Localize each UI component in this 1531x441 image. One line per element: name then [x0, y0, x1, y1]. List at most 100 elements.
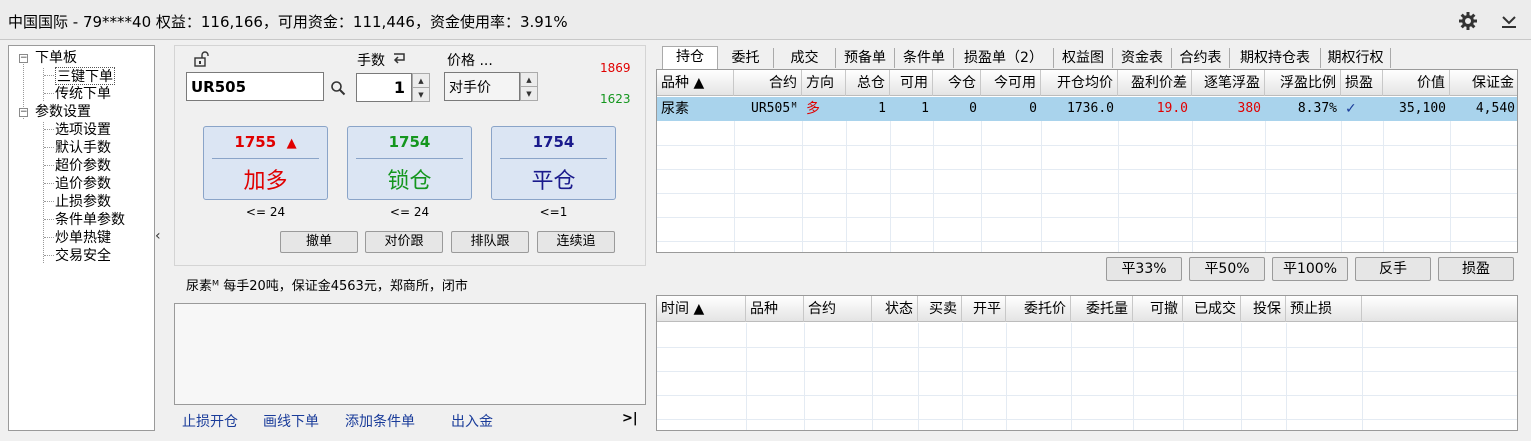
deposit-withdraw-link[interactable]: 出入金 — [451, 411, 493, 431]
tree-item-scalp-hotkeys[interactable]: 炒单热键 — [55, 229, 111, 247]
order-panel: UR505 手数 1 ▲ ▼ 价格 ... 对手价 ▲ ▼ 1869 1623 17… — [174, 45, 646, 266]
col-header-filled[interactable]: 已成交 — [1183, 296, 1241, 322]
add-long-label: 加多 — [243, 169, 288, 194]
close-position-price: 1754 — [532, 133, 575, 151]
cell-contract: UR505ᴹ — [751, 101, 798, 116]
col-header-time[interactable]: 时间 ▲ — [657, 296, 746, 322]
add-conditional-order-link[interactable]: 添加条件单 — [345, 411, 415, 431]
tab-option-exercise[interactable]: 期权行权 — [1321, 48, 1391, 68]
col-header-available[interactable]: 可用 — [890, 70, 933, 96]
col-header-float-ratio[interactable]: 浮盈比例 — [1265, 70, 1341, 96]
col-header-avg-open[interactable]: 开仓均价 — [1041, 70, 1118, 96]
up-arrow-icon: ▲ — [286, 136, 297, 151]
add-long-button[interactable]: 1755 ▲ 加多 — [203, 126, 328, 200]
tab-orders[interactable]: 委托 — [718, 48, 774, 68]
tree-item-trading-security[interactable]: 交易安全 — [55, 247, 111, 265]
qty-stepper[interactable]: 1 — [356, 73, 412, 102]
col-header-hedge[interactable]: 投保 — [1241, 296, 1286, 322]
col-header-float-pnl[interactable]: 逐笔浮盈 — [1192, 70, 1265, 96]
cancel-order-button[interactable]: 撤单 — [280, 231, 358, 253]
cell-value: 35,100 — [1399, 101, 1446, 116]
qty-spinner[interactable]: ▲ ▼ — [412, 73, 430, 102]
gear-icon[interactable] — [1457, 10, 1479, 32]
lock-position-label: 锁仓 — [387, 169, 432, 194]
col-header-value[interactable]: 价值 — [1383, 70, 1450, 96]
col-header-today[interactable]: 今仓 — [933, 70, 981, 96]
tab-conditional-orders[interactable]: 条件单 — [895, 48, 954, 68]
title-bar: 中国国际 - 79****40 权益：116,166，可用资金：111,446，… — [0, 0, 1531, 40]
close-position-limit: <=1 — [539, 205, 568, 219]
return-icon[interactable] — [391, 52, 407, 70]
col-header-stop[interactable]: 损盈 — [1341, 70, 1383, 96]
tab-prepared-orders[interactable]: 预备单 — [836, 48, 895, 68]
reverse-position-button[interactable]: 反手 — [1355, 257, 1431, 281]
stop-profit-button[interactable]: 损盈 — [1438, 257, 1514, 281]
tree-item-three-key-order[interactable]: 三键下单 — [55, 67, 115, 85]
close-33-button[interactable]: 平33% — [1106, 257, 1182, 281]
cell-price-diff: 19.0 — [1156, 101, 1188, 116]
expand-panel-icon[interactable]: >| — [622, 411, 638, 426]
col-header-product[interactable]: 品种 ▲ — [657, 70, 734, 96]
collapse-panel-icon[interactable]: ‹ — [155, 228, 161, 244]
contract-input[interactable]: UR505 — [186, 72, 324, 101]
follow-counter-price-button[interactable]: 对价跟 — [365, 231, 443, 253]
col-header-total[interactable]: 总仓 — [846, 70, 890, 96]
follow-queue-price-button[interactable]: 排队跟 — [451, 231, 529, 253]
cell-float-ratio: 8.37% — [1297, 101, 1337, 116]
tab-contracts[interactable]: 合约表 — [1172, 48, 1230, 68]
tree-item-conditional-params[interactable]: 条件单参数 — [55, 211, 125, 229]
col-header-product[interactable]: 品种 — [746, 296, 804, 322]
stoploss-open-link[interactable]: 止损开仓 — [182, 411, 238, 431]
tab-stop-orders[interactable]: 损盈单（2） — [954, 48, 1054, 68]
col-header-open-close[interactable]: 开平 — [962, 296, 1006, 322]
tab-option-positions[interactable]: 期权持仓表 — [1230, 48, 1321, 68]
col-header-order-qty[interactable]: 委托量 — [1071, 296, 1133, 322]
cell-direction: 多 — [806, 101, 820, 117]
col-header-margin[interactable]: 保证金 — [1450, 70, 1517, 96]
close-100-button[interactable]: 平100% — [1272, 257, 1348, 281]
lock-position-price: 1754 — [388, 133, 431, 151]
unlock-icon[interactable] — [193, 51, 209, 71]
checkmark-icon[interactable]: ✓ — [1341, 97, 1383, 121]
tree-item-overprice-params[interactable]: 超价参数 — [55, 157, 111, 175]
tree-item-stoploss-params[interactable]: 止损参数 — [55, 193, 111, 211]
col-header-status[interactable]: 状态 — [872, 296, 918, 322]
tab-trades[interactable]: 成交 — [774, 48, 836, 68]
tab-positions[interactable]: 持仓 — [662, 46, 718, 69]
close-position-button[interactable]: 1754 平仓 — [491, 126, 616, 200]
expander-icon[interactable]: − — [19, 108, 28, 117]
contract-value: UR505 — [191, 78, 247, 96]
tab-funds[interactable]: 资金表 — [1113, 48, 1172, 68]
message-box[interactable] — [174, 303, 646, 405]
col-header-side[interactable]: 买卖 — [918, 296, 962, 322]
search-icon[interactable] — [330, 80, 346, 100]
cell-available: 1 — [921, 101, 929, 116]
col-header-direction[interactable]: 方向 — [802, 70, 846, 96]
col-header-cancelable[interactable]: 可撤 — [1133, 296, 1183, 322]
tree-item-parameter-settings[interactable]: 参数设置 — [35, 103, 91, 121]
price-mode-select[interactable]: 对手价 — [444, 72, 520, 101]
tree-item-order-board[interactable]: 下单板 — [35, 49, 77, 67]
col-header-today-available[interactable]: 今可用 — [981, 70, 1041, 96]
col-header-order-price[interactable]: 委托价 — [1006, 296, 1071, 322]
price-label[interactable]: 价格 ... — [447, 50, 493, 70]
col-header-contract[interactable]: 合约 — [734, 70, 802, 96]
lock-position-button[interactable]: 1754 锁仓 — [347, 126, 472, 200]
chevron-down-icon[interactable] — [1498, 10, 1520, 32]
close-50-button[interactable]: 平50% — [1189, 257, 1265, 281]
expander-icon[interactable]: − — [19, 54, 28, 63]
col-header-contract[interactable]: 合约 — [804, 296, 872, 322]
col-header-pre-stop[interactable]: 预止损 — [1286, 296, 1362, 322]
line-order-link[interactable]: 画线下单 — [263, 411, 319, 431]
continuous-chase-button[interactable]: 连续追 — [537, 231, 615, 253]
positions-table: 品种 ▲ 合约 方向 总仓 可用 今仓 今可用 开仓均价 盈利价差 逐笔浮盈 浮… — [656, 69, 1518, 253]
tab-equity-chart[interactable]: 权益图 — [1054, 48, 1113, 68]
tree-item-option-settings[interactable]: 选项设置 — [55, 121, 111, 139]
contract-info: 尿素ᴹ 每手20吨，保证金4563元，郑商所，闭市 — [186, 279, 468, 294]
tree-item-traditional-order[interactable]: 传统下单 — [55, 85, 111, 103]
tree-item-chase-params[interactable]: 追价参数 — [55, 175, 111, 193]
price-spinner[interactable]: ▲ ▼ — [520, 72, 538, 101]
add-long-limit: <= 24 — [245, 205, 286, 219]
tree-item-default-lots[interactable]: 默认手数 — [55, 139, 111, 157]
col-header-price-diff[interactable]: 盈利价差 — [1118, 70, 1192, 96]
